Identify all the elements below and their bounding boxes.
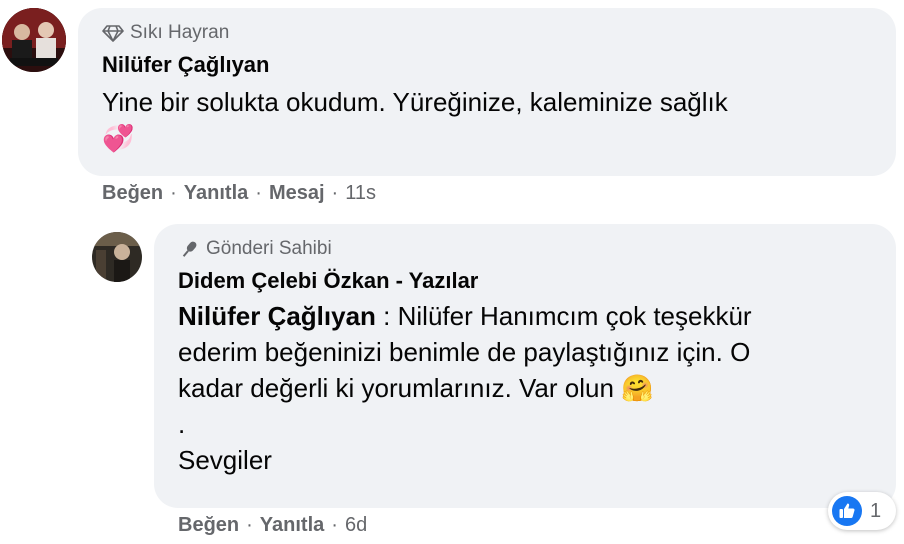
comment-emoji: 💞 <box>102 123 135 153</box>
commenter-avatar[interactable] <box>2 8 66 72</box>
separator: · <box>170 182 177 204</box>
mention-link[interactable]: Nilüfer Çağlıyan <box>178 301 376 331</box>
reply-line-2: ederim beğeninizi benimle de paylaştığın… <box>178 337 751 367</box>
diamond-icon <box>102 25 124 42</box>
reply-timestamp[interactable]: 6d <box>345 514 367 537</box>
reply-button[interactable]: Yanıtla <box>184 182 248 205</box>
author-badge[interactable]: Gönderi Sahibi <box>178 238 752 260</box>
separator: · <box>246 514 253 536</box>
comment-timestamp[interactable]: 11s <box>345 182 376 205</box>
microphone-icon <box>182 241 197 257</box>
reply-actions: Beğen · Yanıtla · 6d <box>178 514 367 537</box>
reply-avatar[interactable] <box>92 232 142 282</box>
reaction-count: 1 <box>870 499 882 522</box>
comment-author[interactable]: Nilüfer Çağlıyan <box>102 52 728 78</box>
author-badge-label: Gönderi Sahibi <box>206 238 332 259</box>
comment-text: Yine bir solukta okudum. Yüreğinize, kal… <box>102 84 728 120</box>
reply-text: Nilüfer Çağlıyan : Nilüfer Hanımcım çok … <box>178 298 752 478</box>
reply-author-photo <box>92 232 142 282</box>
fan-badge[interactable]: Sıkı Hayran <box>102 22 728 44</box>
comment-actions: Beğen · Yanıtla · Mesaj · 11s <box>102 182 376 205</box>
reply-line-3: kadar değerli ki yorumlarınız. Var olun … <box>178 370 752 406</box>
comment-bubble: Sıkı Hayran Nilüfer Çağlıyan Yine bir so… <box>78 8 896 176</box>
separator: · <box>331 514 338 536</box>
reply-line-4: . <box>178 409 186 439</box>
commenter-photo <box>2 8 66 72</box>
reaction-summary[interactable]: 1 <box>828 492 896 530</box>
reply-line-3-text: kadar değerli ki yorumlarınız. Var olun <box>178 373 614 403</box>
reply-line-1: Nilüfer Çağlıyan : Nilüfer Hanımcım çok … <box>178 298 752 334</box>
hug-emoji: 🤗 <box>621 373 654 403</box>
separator: · <box>331 182 339 204</box>
fan-badge-label: Sıkı Hayran <box>130 22 230 43</box>
reply-line-5: Sevgiler <box>178 445 272 475</box>
separator: · <box>255 182 262 204</box>
reply-reply-button[interactable]: Yanıtla <box>260 514 324 537</box>
like-reaction-icon <box>832 496 862 526</box>
reply-like-button[interactable]: Beğen <box>178 514 239 537</box>
thumbs-up-icon <box>839 503 855 518</box>
reply-author[interactable]: Didem Çelebi Özkan - Yazılar <box>178 268 752 294</box>
reply-line-1-rest: : Nilüfer Hanımcım çok teşekkür <box>375 301 752 331</box>
comment-body: Yine bir solukta okudum. Yüreğinize, kal… <box>102 87 728 117</box>
reply-bubble: Gönderi Sahibi Didem Çelebi Özkan - Yazı… <box>154 224 896 508</box>
like-button[interactable]: Beğen <box>102 182 163 205</box>
message-button[interactable]: Mesaj <box>269 182 325 205</box>
